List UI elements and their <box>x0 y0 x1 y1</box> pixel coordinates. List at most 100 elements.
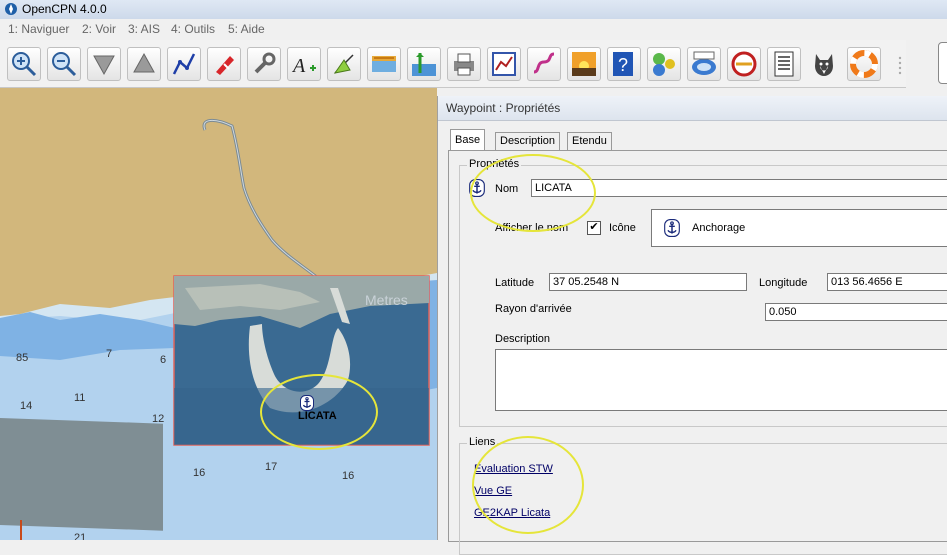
icon-selector[interactable]: Anchorage <box>651 209 947 247</box>
radius-field[interactable] <box>765 303 947 321</box>
overlay-label: Metres <box>365 292 408 308</box>
scale-down-icon <box>93 55 115 76</box>
route-button[interactable] <box>167 47 201 81</box>
sounding-label: 16 <box>193 467 206 479</box>
main-toolbar: A ? <box>0 40 906 88</box>
print-icon <box>454 53 474 76</box>
dialog-title: Waypoint : Propriétés <box>446 101 561 115</box>
menu-outils[interactable]: 4: Outils <box>171 22 215 36</box>
link-vue-ge[interactable]: Vue GE <box>474 485 512 497</box>
lifebuoy-button[interactable] <box>847 47 881 81</box>
icon-value: Anchorage <box>692 222 746 234</box>
waypoint-properties-dialog: Waypoint : Propriétés Base Description E… <box>437 96 947 555</box>
sounding-label: 16 <box>342 470 355 482</box>
opencpn-app-icon <box>5 3 17 15</box>
waypoint-label: LICATA <box>298 410 337 422</box>
chart-canvas[interactable]: 85 7 6 14 11 12 16 17 16 21 Metres LICAT… <box>0 88 437 540</box>
print-button[interactable] <box>447 47 481 81</box>
zoom-in-button[interactable] <box>7 47 41 81</box>
tide-button[interactable] <box>407 47 441 81</box>
zoom-in-icon <box>12 52 37 77</box>
svg-text:?: ? <box>618 55 628 75</box>
scale-down-button[interactable] <box>87 47 121 81</box>
show-name-checkbox[interactable]: ✔ <box>587 221 601 235</box>
right-toolbar-edge <box>938 42 947 84</box>
chart-quilt-button[interactable] <box>367 47 401 81</box>
sounding-label: 7 <box>106 348 113 360</box>
ge2kap-icon <box>692 51 716 75</box>
dog-icon <box>815 54 833 76</box>
chart-quilt-icon <box>372 56 396 72</box>
dialog-title-bar: Waypoint : Propriétés <box>438 96 947 121</box>
help-button[interactable]: ? <box>607 47 641 81</box>
svg-text:A: A <box>291 55 306 77</box>
weather-button[interactable] <box>727 47 761 81</box>
scale-up-button[interactable] <box>127 47 161 81</box>
tools-icon <box>653 53 675 76</box>
anchorage-icon <box>664 219 680 237</box>
text-doc-icon <box>774 51 794 77</box>
longitude-field[interactable] <box>827 273 947 291</box>
tab-description[interactable]: Description <box>495 132 561 150</box>
tab-panel-base: Propriétés Nom Afficher le nom ✔ Icône A… <box>448 150 947 555</box>
sounding-label: 17 <box>265 461 278 473</box>
text-doc-button[interactable] <box>767 47 801 81</box>
longitude-label: Longitude <box>759 277 808 289</box>
tools-button[interactable] <box>647 47 681 81</box>
menu-voir[interactable]: 2: Voir <box>82 22 116 36</box>
tab-etendu[interactable]: Etendu <box>567 132 612 150</box>
window-title: OpenCPN 4.0.0 <box>22 2 107 16</box>
ship-icon <box>216 56 234 75</box>
chart-map <box>0 88 437 540</box>
sounding-label: 85 <box>16 352 29 364</box>
latitude-label: Latitude <box>495 277 535 289</box>
links-group-label: Liens <box>467 436 498 448</box>
sounding-label: 6 <box>160 354 167 366</box>
lifebuoy-icon <box>850 50 878 78</box>
route-manager-icon <box>492 52 516 76</box>
anchor-icon <box>469 179 485 197</box>
track-manager-button[interactable] <box>527 47 561 81</box>
name-field[interactable] <box>531 179 947 197</box>
menu-ais[interactable]: 3: AIS <box>128 22 160 36</box>
link-evaluation-stw[interactable]: Evaluation STW <box>474 463 553 475</box>
sunset-icon <box>572 52 596 76</box>
menu-naviguer[interactable]: 1: Naviguer <box>8 22 69 36</box>
name-label: Nom <box>495 183 519 195</box>
description-field[interactable] <box>495 349 947 411</box>
properties-group-label: Propriétés <box>467 158 522 170</box>
title-bar: OpenCPN 4.0.0 <box>0 0 947 20</box>
sounding-label: 14 <box>20 400 33 412</box>
description-label: Description <box>495 333 551 345</box>
sounding-label: 11 <box>74 392 86 404</box>
latitude-field[interactable] <box>549 273 747 291</box>
track-icon <box>333 54 354 74</box>
waypoint-anchor-icon[interactable] <box>300 395 314 411</box>
text-button[interactable]: A <box>287 47 321 81</box>
zoom-out-button[interactable] <box>47 47 81 81</box>
links-group <box>459 443 947 555</box>
tide-icon <box>412 53 436 76</box>
track-button[interactable] <box>327 47 361 81</box>
radius-label: Rayon d'arrivée <box>495 303 572 315</box>
settings-button[interactable] <box>247 47 281 81</box>
ship-button[interactable] <box>207 47 241 81</box>
zoom-out-icon <box>52 52 77 77</box>
text-icon: A <box>291 55 316 77</box>
route-icon <box>172 53 196 75</box>
weather-icon <box>731 51 757 77</box>
sounding-label: 12 <box>152 413 165 425</box>
dog-button[interactable] <box>807 47 841 81</box>
menu-bar: 1: Naviguer 2: Voir 3: AIS 4: Outils 5: … <box>0 19 947 39</box>
link-ge2kap-licata[interactable]: GE2KAP Licata <box>474 507 550 519</box>
show-name-label: Afficher le nom <box>495 222 569 234</box>
menu-aide[interactable]: 5: Aide <box>228 22 265 36</box>
tab-base[interactable]: Base <box>450 129 486 151</box>
track-manager-icon <box>533 52 555 74</box>
toolbar-grip[interactable] <box>897 55 903 77</box>
settings-icon <box>254 52 276 74</box>
help-icon: ? <box>613 52 633 76</box>
route-manager-button[interactable] <box>487 47 521 81</box>
ge2kap-button[interactable] <box>687 47 721 81</box>
sunset-button[interactable] <box>567 47 601 81</box>
